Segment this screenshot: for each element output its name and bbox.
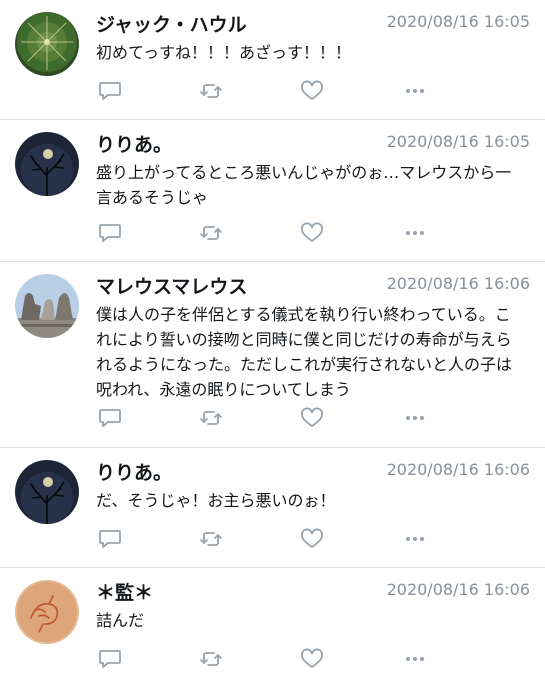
tweet-text: 初めてっすね！！！あざっす！！！ — [96, 43, 352, 62]
tweet-item[interactable]: ＊監＊ 2020/08/16 16:06 詰んだ — [0, 568, 545, 680]
like-icon[interactable] — [299, 221, 325, 245]
more-icon[interactable] — [402, 79, 428, 103]
reply-icon[interactable] — [97, 527, 123, 551]
tweet-item[interactable]: りりあ。 2020/08/16 16:05 盛り上がってるところ悪いんじゃがのぉ… — [0, 120, 545, 262]
tweet-actions — [0, 79, 545, 103]
moon-tree-avatar-icon[interactable] — [15, 460, 79, 524]
sketch-avatar-icon[interactable] — [15, 580, 79, 644]
like-icon[interactable] — [299, 79, 325, 103]
author-name[interactable]: ＊監＊ — [96, 578, 153, 605]
tweet-text: 詰んだ — [96, 611, 145, 630]
moon-tree-avatar-icon[interactable] — [15, 132, 79, 196]
tweet-actions — [0, 406, 545, 430]
more-icon[interactable] — [402, 221, 428, 245]
author-name[interactable]: マレウスマレウス — [96, 272, 247, 299]
more-icon[interactable] — [402, 527, 428, 551]
like-icon[interactable] — [299, 527, 325, 551]
tweet-actions — [0, 221, 545, 245]
tweet-text: だ、そうじゃ！お主ら悪いのぉ！ — [96, 491, 336, 510]
tweet-actions — [0, 527, 545, 551]
tweet-text: 僕は人の子を伴侶とする儀式を執り行い終わっている。これにより誓いの接吻と同時に僕… — [96, 305, 513, 399]
more-icon[interactable] — [402, 406, 428, 430]
reply-icon[interactable] — [97, 79, 123, 103]
reply-icon[interactable] — [97, 647, 123, 671]
retweet-icon[interactable] — [198, 527, 224, 551]
tweet-timestamp: 2020/08/16 16:05 — [386, 12, 530, 31]
like-icon[interactable] — [299, 647, 325, 671]
author-name[interactable]: りりあ。 — [96, 458, 172, 485]
cactus-avatar-icon[interactable] — [15, 12, 79, 76]
tweet-timestamp: 2020/08/16 16:06 — [386, 274, 530, 293]
retweet-icon[interactable] — [198, 79, 224, 103]
author-name[interactable]: ジャック・ハウル — [96, 10, 247, 37]
tweet-text: 盛り上がってるところ悪いんじゃがのぉ…マレウスから一言あるそうじゃ — [96, 163, 512, 207]
tweet-item[interactable]: マレウスマレウス 2020/08/16 16:06 僕は人の子を伴侶とする儀式を… — [0, 262, 545, 448]
like-icon[interactable] — [299, 406, 325, 430]
tweet-timestamp: 2020/08/16 16:06 — [386, 460, 530, 479]
reply-icon[interactable] — [97, 406, 123, 430]
tweet-feed: ジャック・ハウル 2020/08/16 16:05 初めてっすね！！！あざっす！… — [0, 0, 545, 680]
tweet-actions — [0, 647, 545, 671]
tweet-item[interactable]: りりあ。 2020/08/16 16:06 だ、そうじゃ！お主ら悪いのぉ！ — [0, 448, 545, 568]
more-icon[interactable] — [402, 647, 428, 671]
tweet-item[interactable]: ジャック・ハウル 2020/08/16 16:05 初めてっすね！！！あざっす！… — [0, 0, 545, 120]
author-name[interactable]: りりあ。 — [96, 130, 172, 157]
retweet-icon[interactable] — [198, 406, 224, 430]
reply-icon[interactable] — [97, 221, 123, 245]
tweet-timestamp: 2020/08/16 16:05 — [386, 132, 530, 151]
retweet-icon[interactable] — [198, 647, 224, 671]
gargoyle-avatar-icon[interactable] — [15, 274, 79, 338]
tweet-timestamp: 2020/08/16 16:06 — [386, 580, 530, 599]
retweet-icon[interactable] — [198, 221, 224, 245]
